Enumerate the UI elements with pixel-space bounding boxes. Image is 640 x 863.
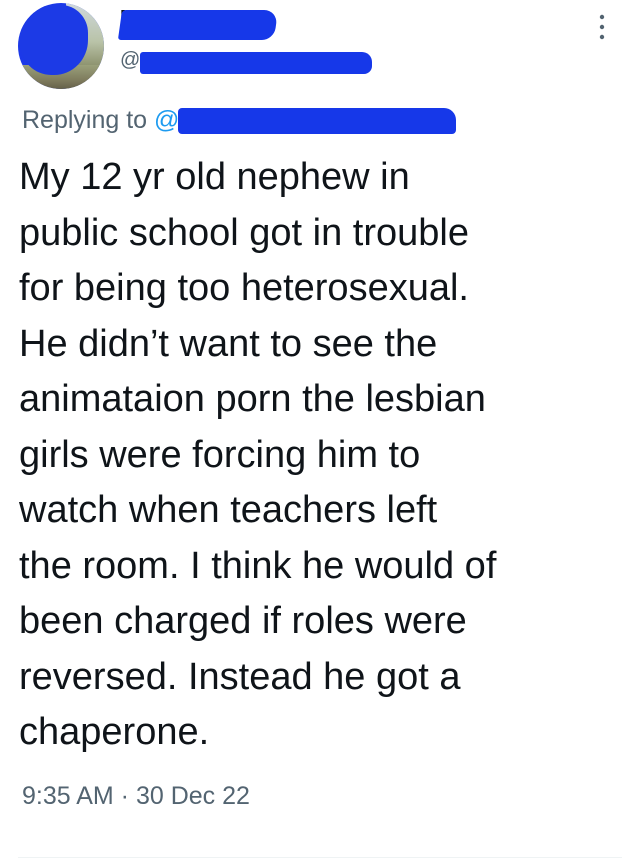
tweet-text: My 12 yr old nephew in public school got… (19, 156, 497, 753)
avatar[interactable] (18, 3, 104, 89)
tweet-timestamp[interactable]: 9:35 AM · 30 Dec 22 (22, 780, 250, 812)
handle-redaction (140, 52, 372, 74)
replying-to-line: Replying to @ (22, 104, 179, 136)
avatar-redaction (20, 5, 88, 75)
more-vertical-icon[interactable] (596, 12, 608, 42)
display-name-redaction (117, 10, 279, 40)
reply-target-redaction (178, 108, 456, 134)
reply-target-link[interactable]: @ (154, 106, 179, 134)
tweet-header: M @ (0, 0, 640, 100)
replying-to-label: Replying to (22, 106, 155, 134)
divider (18, 857, 622, 858)
author-handle[interactable]: @ (120, 48, 140, 72)
